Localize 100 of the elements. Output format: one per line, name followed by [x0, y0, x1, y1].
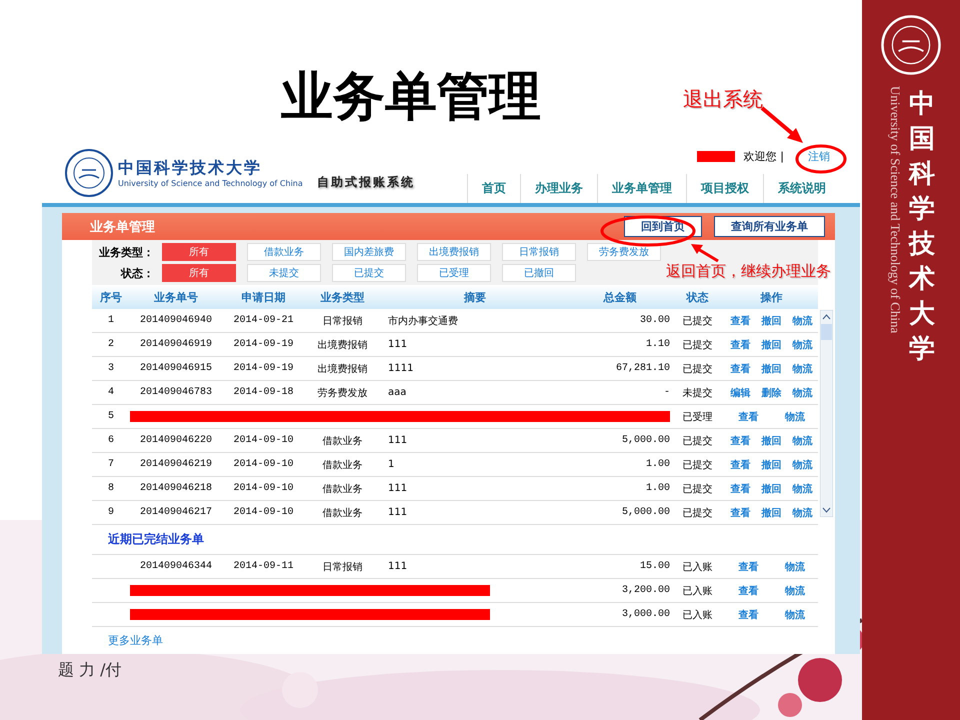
- action-link[interactable]: 物流: [792, 386, 812, 400]
- filter-option[interactable]: 未提交: [247, 264, 321, 282]
- action-link[interactable]: 查看: [738, 584, 758, 598]
- table-cell-text: 1111: [387, 363, 414, 374]
- action-link[interactable]: 查看: [738, 410, 758, 424]
- table-cell-text: 2014-09-11: [232, 561, 294, 572]
- action-link[interactable]: 撤回: [762, 506, 782, 520]
- table-cell-text: 2: [106, 339, 115, 350]
- filter-option[interactable]: 出境费报销: [417, 243, 491, 261]
- slide-title: 业务单管理: [281, 68, 541, 128]
- filter-option[interactable]: 国内差旅费: [332, 243, 406, 261]
- panel-button[interactable]: 查询所有业务单: [714, 216, 825, 237]
- nav-tab[interactable]: 首页: [467, 174, 520, 203]
- separator: |: [780, 150, 784, 163]
- column-header: 序号: [99, 290, 123, 304]
- university-name: 中国科学技术大学: [909, 88, 935, 366]
- action-link[interactable]: 物流: [784, 560, 805, 574]
- column-header: 总金额: [602, 290, 638, 304]
- table-cell-text: 201409046220: [138, 435, 213, 446]
- table-cell-text: 已提交: [682, 506, 714, 520]
- table-cell-text: 3,000.00: [620, 609, 670, 620]
- action-link[interactable]: 物流: [784, 584, 805, 598]
- action-link[interactable]: 物流: [792, 362, 812, 376]
- table-cell-text: 5,000.00: [620, 507, 670, 518]
- system-name: 自助式报账系统: [316, 174, 415, 191]
- table-cell-text: 2014-09-10: [232, 507, 294, 518]
- action-link[interactable]: 查看: [730, 434, 750, 448]
- table-cell-text: 日常报销: [322, 314, 364, 328]
- table-cell-text: 111: [387, 507, 408, 518]
- nav-tab[interactable]: 系统说明: [763, 174, 840, 203]
- filter-option[interactable]: 劳务费发放: [587, 243, 661, 261]
- table-cell-text: 市内办事交通费: [387, 314, 459, 328]
- table-cell-text: 201409046344: [138, 561, 213, 572]
- university-seal-icon: [880, 14, 942, 76]
- action-link[interactable]: 查看: [730, 362, 750, 376]
- panel-title: 业务单管理: [90, 218, 155, 236]
- action-link[interactable]: 物流: [792, 314, 812, 328]
- nav-tab[interactable]: 办理业务: [520, 174, 597, 203]
- filter-option[interactable]: 所有: [162, 243, 236, 261]
- table-cell-text: 已提交: [682, 482, 714, 496]
- action-link[interactable]: 查看: [738, 608, 758, 622]
- highlight-ring: [795, 144, 847, 174]
- action-link[interactable]: 物流: [792, 338, 812, 352]
- table-cell-text: 已提交: [682, 458, 714, 472]
- table-cell-text: 借款业务: [322, 506, 364, 520]
- filter-label: 状态：: [120, 266, 154, 280]
- action-link[interactable]: 查看: [730, 506, 750, 520]
- table-cell-text: 已入账: [682, 608, 714, 622]
- action-link[interactable]: 物流: [784, 608, 805, 622]
- nav-tab[interactable]: 业务单管理: [597, 174, 686, 203]
- action-link[interactable]: 撤回: [762, 314, 782, 328]
- filter-option[interactable]: 已受理: [417, 264, 491, 282]
- action-link[interactable]: 物流: [792, 434, 812, 448]
- action-link[interactable]: 查看: [730, 314, 750, 328]
- table-cell-text: 6: [106, 435, 115, 446]
- action-link[interactable]: 撤回: [762, 434, 782, 448]
- table-cell-text: 已提交: [682, 434, 714, 448]
- school-english-name: University of Science and Technology of China: [118, 179, 303, 188]
- more-link[interactable]: 更多业务单: [92, 627, 835, 654]
- table-cell-text: 出境费报销: [316, 338, 368, 352]
- action-link[interactable]: 物流: [792, 506, 812, 520]
- table-cell-text: 111: [387, 339, 408, 350]
- nav-tab[interactable]: 项目授权: [686, 174, 763, 203]
- table-cell-text: 2014-09-19: [232, 339, 294, 350]
- scrollbar[interactable]: [820, 310, 833, 517]
- table-cell-text: aaa: [387, 387, 408, 398]
- filter-option[interactable]: 借款业务: [247, 243, 321, 261]
- table-cell-text: 劳务费发放: [316, 386, 368, 400]
- action-link[interactable]: 撤回: [762, 362, 782, 376]
- action-link[interactable]: 查看: [730, 338, 750, 352]
- action-link[interactable]: 撤回: [762, 482, 782, 496]
- action-link[interactable]: 撤回: [762, 338, 782, 352]
- table-cell-text: 2014-09-18: [232, 387, 294, 398]
- filter-option[interactable]: 已撤回: [502, 264, 576, 282]
- column-header: 申请日期: [240, 290, 286, 304]
- table-cell-text: 日常报销: [322, 560, 364, 574]
- table-cell-text: 出境费报销: [316, 362, 368, 376]
- action-link[interactable]: 编辑: [730, 386, 750, 400]
- column-header: 业务类型: [320, 290, 366, 304]
- table-cell-text: 2014-09-10: [232, 459, 294, 470]
- table-cell-text: 1.00: [644, 459, 670, 470]
- university-seal-icon: [64, 148, 114, 198]
- table-cell-text: 201409046940: [138, 315, 213, 326]
- filter-option[interactable]: 已提交: [332, 264, 406, 282]
- table-cell-text: 201409046218: [138, 483, 213, 494]
- action-link[interactable]: 物流: [792, 482, 812, 496]
- action-link[interactable]: 物流: [792, 458, 812, 472]
- action-link[interactable]: 查看: [730, 482, 750, 496]
- action-link[interactable]: 物流: [784, 410, 805, 424]
- filter-option[interactable]: 日常报销: [502, 243, 576, 261]
- action-link[interactable]: 查看: [738, 560, 758, 574]
- table-cell-text: 5,000.00: [620, 435, 670, 446]
- table-cell-text: 已入账: [682, 584, 714, 598]
- action-link[interactable]: 撤回: [762, 458, 782, 472]
- action-link[interactable]: 查看: [730, 458, 750, 472]
- action-link[interactable]: 删除: [762, 386, 782, 400]
- filter-option[interactable]: 所有: [162, 264, 236, 282]
- table-cell-text: 2014-09-19: [232, 363, 294, 374]
- table-cell-text: 1.00: [644, 483, 670, 494]
- table-cell-text: 67,281.10: [614, 363, 670, 374]
